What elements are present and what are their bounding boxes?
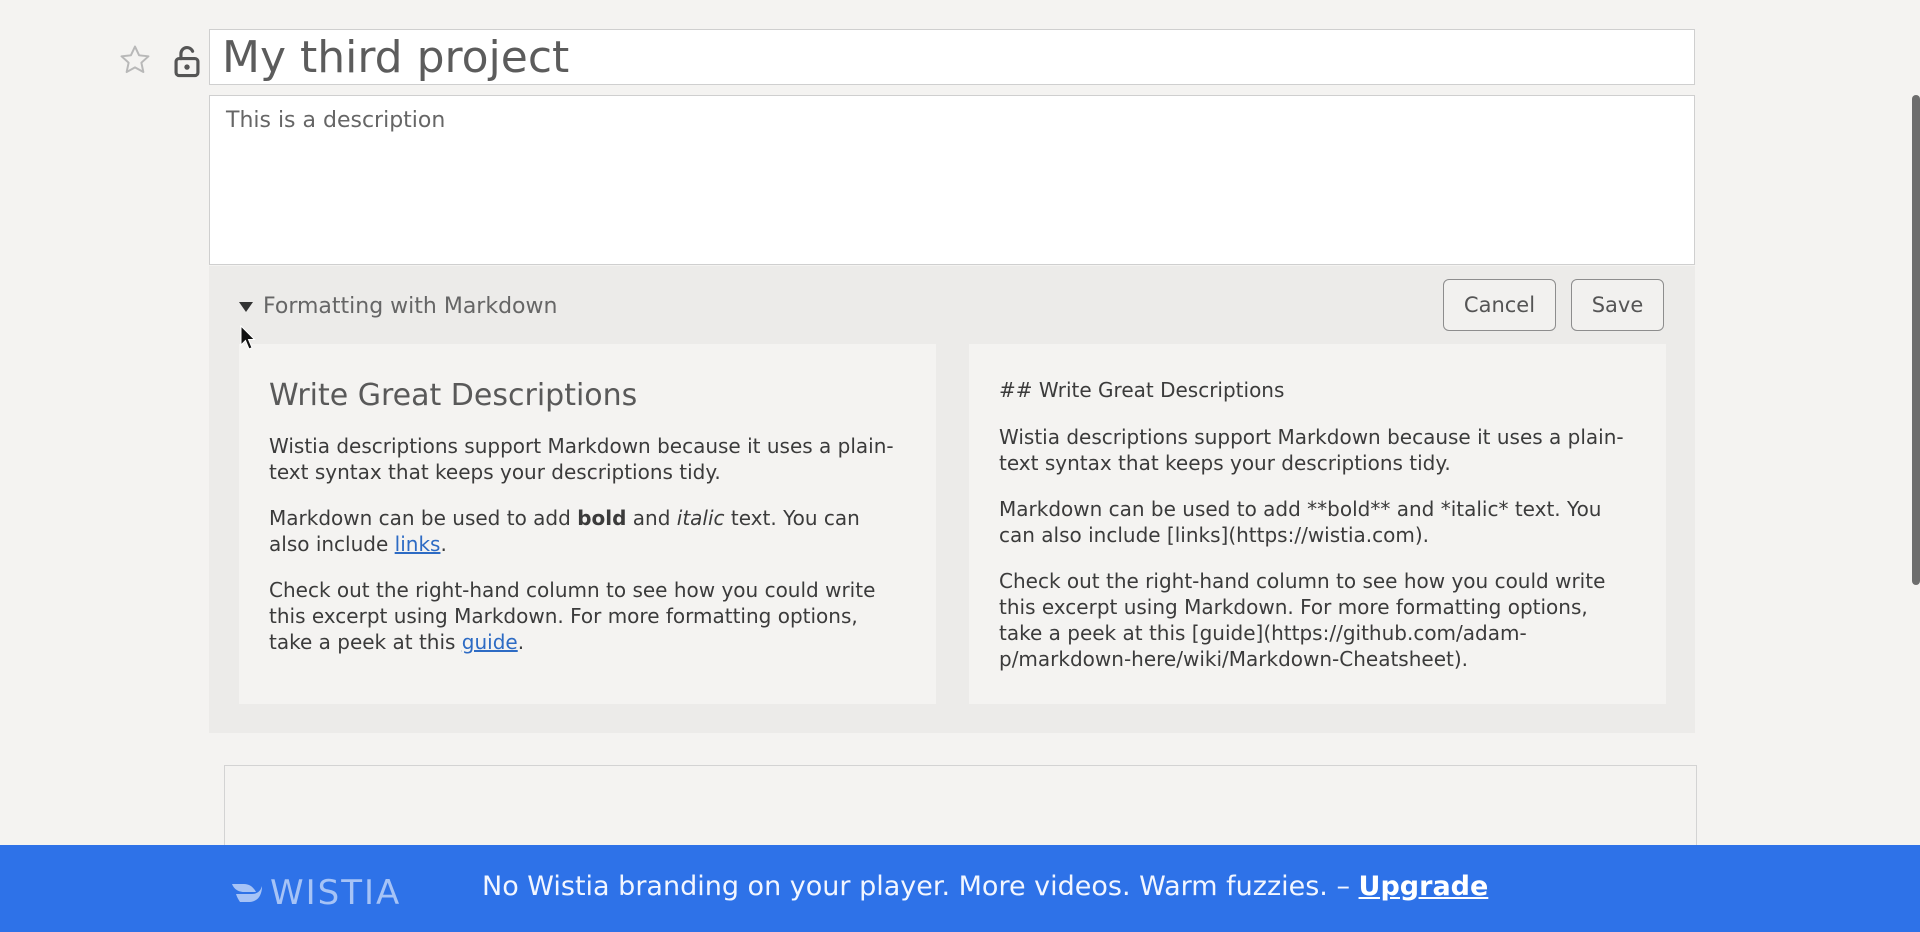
- rendered-paragraph-2: Markdown can be used to add bold and ita…: [269, 506, 860, 556]
- links-link[interactable]: links: [395, 532, 441, 556]
- rendered-paragraph-3: Check out the right-hand column to see h…: [269, 578, 876, 654]
- source-paragraph-1: Wistia descriptions support Markdown bec…: [999, 425, 1624, 475]
- banner-message: No Wistia branding on your player. More …: [482, 871, 1489, 902]
- upgrade-link[interactable]: Upgrade: [1359, 871, 1489, 902]
- save-button[interactable]: Save: [1571, 279, 1664, 331]
- upgrade-banner: WISTIA No Wistia branding on your player…: [0, 845, 1920, 932]
- caret-down-icon: [239, 301, 253, 312]
- unlock-icon[interactable]: [172, 44, 202, 78]
- markdown-help-toggle-label: Formatting with Markdown: [263, 294, 558, 319]
- wistia-logo: WISTIA: [230, 873, 401, 913]
- cursor-icon: [240, 325, 256, 350]
- bold-text: bold: [577, 506, 627, 530]
- guide-link[interactable]: guide: [462, 630, 518, 654]
- markdown-help-panel: Formatting with Markdown Cancel Save Wri…: [209, 266, 1695, 733]
- markdown-source-column: ## Write Great Descriptions Wistia descr…: [969, 344, 1666, 704]
- cancel-button[interactable]: Cancel: [1443, 279, 1556, 331]
- rendered-heading: Write Great Descriptions: [269, 378, 638, 413]
- source-paragraph-2: Markdown can be used to add **bold** and…: [999, 497, 1602, 547]
- source-paragraph-3: Check out the right-hand column to see h…: [999, 569, 1606, 671]
- wistia-wordmark: WISTIA: [270, 873, 402, 913]
- rendered-example-column: Write Great Descriptions Wistia descript…: [239, 344, 936, 704]
- italic-text: italic: [676, 506, 725, 530]
- project-title-input[interactable]: [209, 29, 1695, 85]
- source-heading: ## Write Great Descriptions: [999, 378, 1285, 402]
- project-description-input[interactable]: This is a description: [209, 95, 1695, 265]
- markdown-help-toggle[interactable]: Formatting with Markdown: [239, 294, 557, 319]
- star-icon[interactable]: [118, 43, 152, 77]
- page-scrollbar[interactable]: [1912, 95, 1920, 585]
- wistia-logo-icon: [232, 884, 262, 902]
- rendered-paragraph-1: Wistia descriptions support Markdown bec…: [269, 434, 894, 484]
